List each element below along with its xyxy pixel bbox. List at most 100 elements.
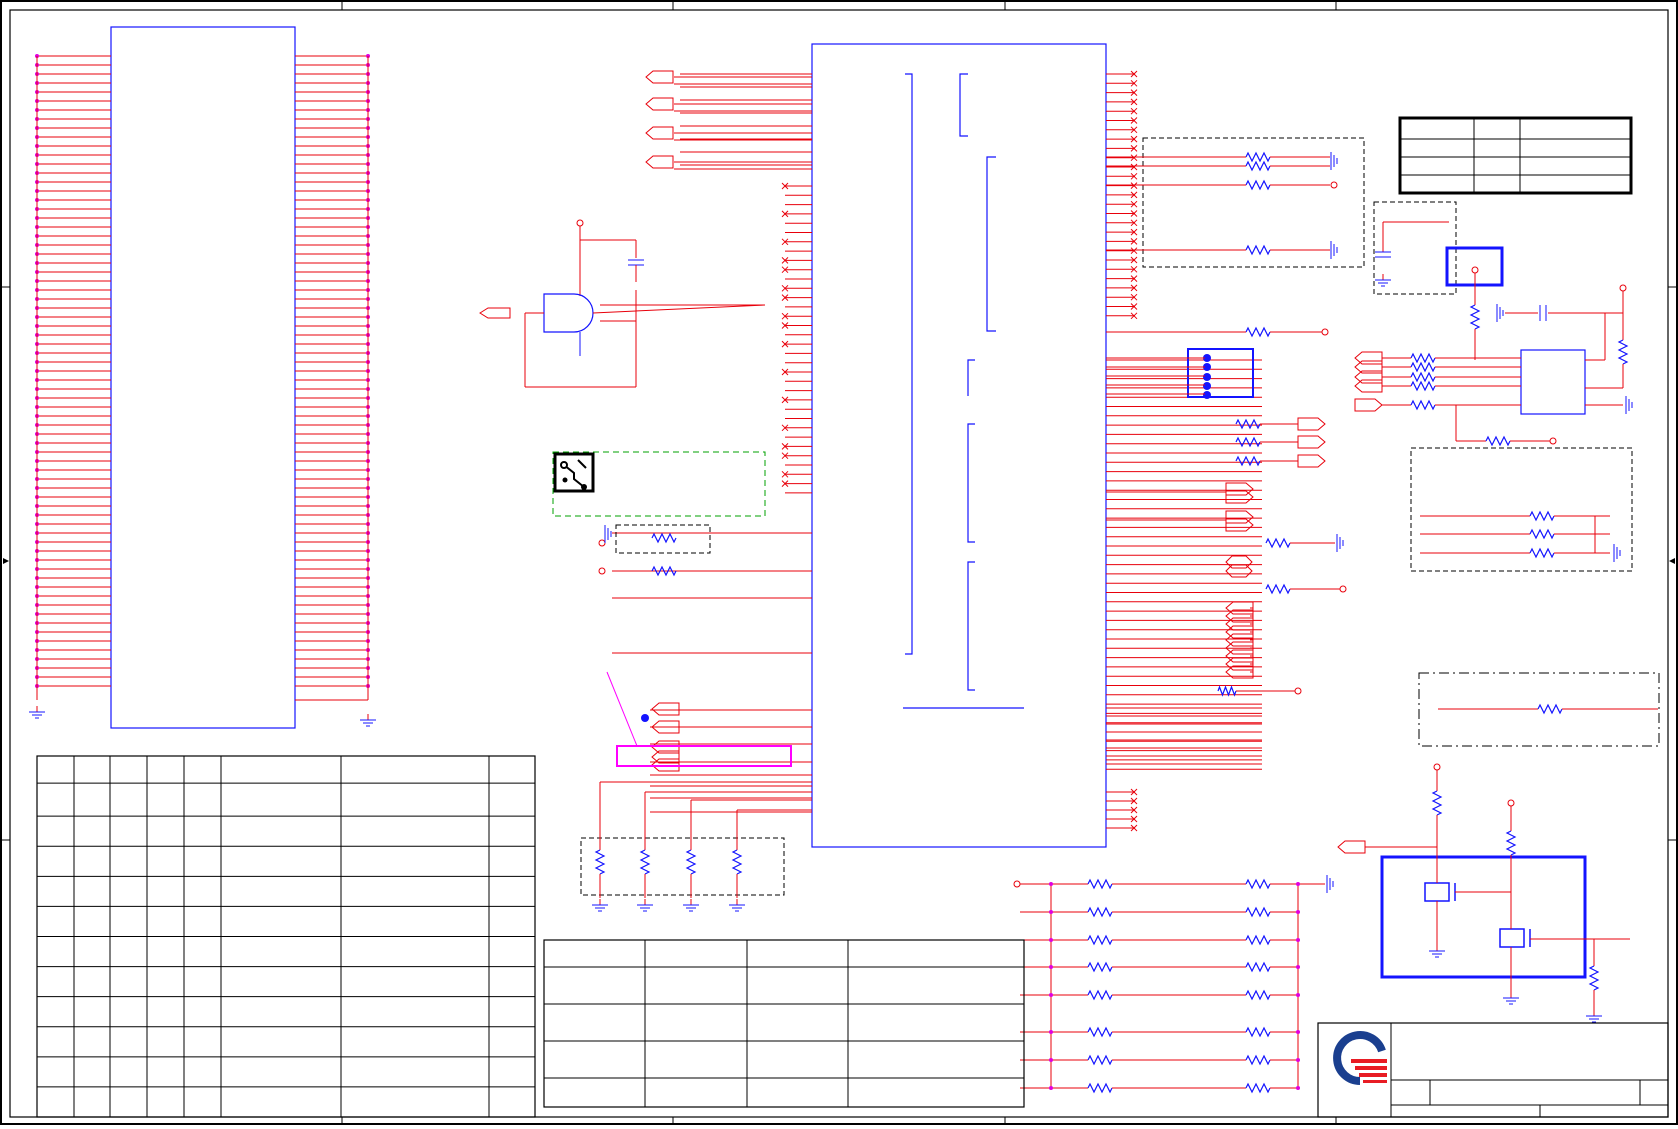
resistor-symbol-icon — [1529, 547, 1555, 559]
nets — [592, 151, 1658, 1023]
resistor-symbol-icon — [1087, 878, 1113, 890]
off-page-connector-icon — [1297, 417, 1326, 431]
resistor-symbol-icon — [1469, 304, 1481, 330]
mosfet-symbol-icon — [1424, 882, 1531, 948]
ground-symbol-icon — [1586, 1010, 1602, 1023]
resistor-symbol-icon — [1245, 1026, 1271, 1038]
pin-dot — [1296, 938, 1300, 942]
highlight-leader — [606, 671, 638, 747]
off-page-connector-icon — [1354, 351, 1383, 365]
pin-dot — [1049, 1086, 1053, 1090]
resistor-symbol-icon — [1529, 510, 1555, 522]
ground-symbol-icon — [1330, 241, 1338, 259]
pin-dot — [1049, 1030, 1053, 1034]
resistor-option-box — [615, 524, 711, 554]
resistor-symbol-icon — [1265, 583, 1291, 595]
resistor-symbol-icon — [1245, 878, 1271, 890]
resistor-symbol-icon — [651, 565, 677, 577]
test-point — [1507, 799, 1515, 807]
resistor-symbol-icon — [1245, 160, 1271, 172]
test-point — [1339, 585, 1347, 593]
ground-symbol-icon — [637, 899, 653, 912]
resistor-symbol-icon — [1217, 685, 1237, 697]
resistor-symbol-icon — [594, 849, 606, 875]
buffer-ic-body — [1520, 349, 1586, 415]
ground-symbol-icon — [1336, 534, 1344, 552]
ground-symbol-icon — [1375, 274, 1391, 287]
company-logo-icon — [1333, 1031, 1387, 1085]
bidirectional-connector-icon — [1225, 555, 1253, 569]
resistor-symbol-icon — [1235, 436, 1261, 448]
resistor-symbol-icon — [731, 849, 743, 875]
pin-dot — [1296, 910, 1300, 914]
sheet-inner-border — [9, 9, 1669, 1118]
resistor-symbol-icon — [1245, 244, 1271, 256]
pin-dot — [1296, 1086, 1300, 1090]
test-header-symbol — [1187, 348, 1254, 398]
resistor-symbol-icon — [1235, 418, 1261, 430]
off-page-connector-icon — [1297, 435, 1326, 449]
pin-dot — [1296, 882, 1300, 886]
right-arrow-icon — [1669, 558, 1675, 564]
resistor-symbol-icon — [1431, 790, 1443, 816]
pin-dot — [1296, 993, 1300, 997]
resistor-symbol-icon — [1245, 1054, 1271, 1066]
test-point — [598, 567, 606, 575]
bidirectional-connector-icon — [1225, 564, 1253, 578]
resistor-symbol-icon — [1537, 703, 1563, 715]
ground-symbol-icon — [1625, 396, 1633, 414]
pin-dot — [1049, 882, 1053, 886]
ground-symbols — [29, 706, 376, 727]
off-page-connector-icon — [1297, 454, 1326, 468]
resistor-symbol-icon — [639, 849, 651, 875]
approval-table — [543, 939, 1025, 1108]
resistor-symbol-icon — [1529, 528, 1555, 540]
ground-symbol-icon — [1503, 992, 1519, 1005]
junction-dot — [641, 714, 649, 722]
highlight-box — [616, 745, 792, 767]
mosfet-block — [1380, 855, 1587, 979]
test-point — [1330, 181, 1338, 189]
main-ic-body — [811, 43, 1107, 848]
resistor-symbol-icon — [1087, 961, 1113, 973]
resistor-symbol-icon — [1087, 1054, 1113, 1066]
test-point — [1433, 763, 1441, 771]
resistor-symbol-icon — [1245, 989, 1271, 1001]
test-point — [1549, 437, 1557, 445]
approval-table-frame — [543, 939, 1025, 1108]
sheet-border — [0, 0, 1678, 1125]
resistor-symbol-icon — [1245, 1082, 1271, 1094]
ground-symbol-icon — [1429, 945, 1445, 958]
pin-dot — [1049, 993, 1053, 997]
resistor-symbol-icon — [1235, 455, 1261, 467]
resistor-symbol-icon — [1410, 361, 1436, 373]
ground-symbol-icon — [360, 714, 376, 727]
ground-symbol-icon — [1496, 304, 1504, 322]
pin-dot — [1296, 1058, 1300, 1062]
pin-dot — [1049, 965, 1053, 969]
resistor-symbol-icon — [651, 532, 677, 544]
ground-symbol-icon — [1326, 875, 1334, 893]
resistor-symbol-icon — [1485, 435, 1511, 447]
pcb-icon — [553, 452, 595, 493]
option-table — [1398, 116, 1633, 195]
off-page-connector-icon — [1354, 379, 1383, 393]
off-page-connector-icon — [651, 702, 680, 716]
test-point — [1294, 687, 1302, 695]
left-arrow-icon — [3, 558, 9, 564]
off-page-connectors-left — [645, 70, 812, 772]
resistor-symbol-icon — [1245, 934, 1271, 946]
ground-symbol-icon — [1330, 152, 1338, 170]
zone-ticks — [1, 1, 1677, 1124]
ground-symbol-icon — [729, 899, 745, 912]
resistor-symbol-icon — [1410, 352, 1436, 364]
and-gate-icon — [543, 293, 594, 333]
ground-symbol-icon — [604, 525, 612, 543]
resistor-symbol-icon — [1265, 537, 1291, 549]
test-point — [1013, 880, 1021, 888]
test-point — [598, 539, 606, 547]
resistor-symbol-icon — [1505, 830, 1517, 856]
ground-symbol-icon — [592, 899, 608, 912]
resistor-ladder — [1013, 875, 1334, 1094]
resistor-symbol-icon — [1087, 989, 1113, 1001]
